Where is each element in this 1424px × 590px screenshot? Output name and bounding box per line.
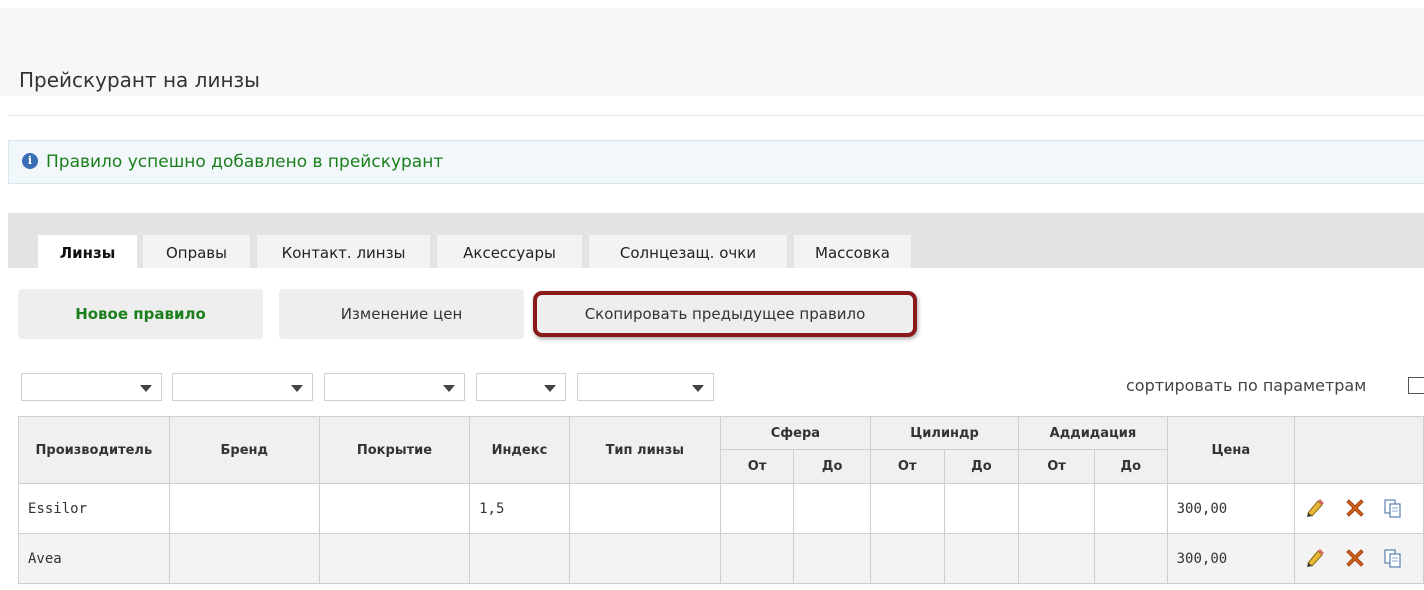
cell-index [469,533,570,584]
col-sphere-to: До [793,449,871,484]
filter-coating-select[interactable] [324,373,465,401]
col-cylinder-from: От [869,449,945,484]
tab-sunglasses[interactable]: Солнцезащ. очки [589,235,787,268]
row-actions [1294,533,1424,584]
col-price[interactable]: Цена [1166,416,1296,484]
cell-index: 1,5 [469,483,570,534]
row-actions [1294,483,1424,534]
dropdown-arrow-icon [544,385,556,392]
pencil-icon[interactable] [1305,498,1325,518]
cell-sphere-to [793,483,871,534]
filter-brand-select[interactable] [172,373,313,401]
table-row: Avea 300,00 [18,533,1424,584]
change-prices-button[interactable]: Изменение цен [279,289,524,339]
pencil-icon[interactable] [1305,548,1325,568]
col-index[interactable]: Индекс [469,416,570,484]
copy-icon[interactable] [1383,548,1403,568]
tab-bulk[interactable]: Массовка [794,235,911,268]
tab-accessories[interactable]: Аксессуары [437,235,582,268]
col-brand[interactable]: Бренд [168,416,320,484]
cell-addition-to [1093,483,1168,534]
cell-sphere-to [793,533,871,584]
filter-lens-type-select[interactable] [577,373,714,401]
tab-contact-lenses[interactable]: Контакт. линзы [257,235,430,268]
filter-manufacturer-select[interactable] [21,373,162,401]
delete-icon[interactable] [1345,498,1365,518]
cell-coating [318,533,471,584]
dropdown-arrow-icon [140,385,152,392]
col-coating[interactable]: Покрытие [318,416,471,484]
cell-addition-to [1093,533,1168,584]
cell-cylinder-to [943,533,1020,584]
tab-lenses[interactable]: Линзы [38,235,137,268]
cell-brand [168,483,320,534]
cell-sphere-from [719,533,795,584]
copy-previous-rule-button[interactable]: Скопировать предыдущее правило [533,291,917,337]
dropdown-arrow-icon [291,385,303,392]
price-list-table: Производитель Бренд Покрытие Индекс Тип … [18,416,1424,584]
cell-lens-type [568,533,721,584]
sort-by-params-label: сортировать по параметрам [1126,376,1367,395]
table-row: Essilor 1,5 300,00 [18,483,1424,534]
cell-lens-type [568,483,721,534]
cell-cylinder-to [943,483,1020,534]
col-addition-to: До [1093,449,1168,484]
dropdown-arrow-icon [692,385,704,392]
col-actions [1294,416,1424,484]
cell-sphere-from [719,483,795,534]
cell-addition-from [1018,533,1095,584]
info-icon: i [22,153,38,169]
col-addition-from: От [1018,449,1095,484]
cell-cylinder-from [869,483,945,534]
new-rule-button[interactable]: Новое правило [18,289,263,339]
cell-manufacturer: Essilor [18,483,170,534]
page-title: Прейскурант на линзы [19,68,260,92]
tab-frames[interactable]: Оправы [143,235,250,268]
sort-by-params-checkbox[interactable] [1408,377,1424,394]
cell-manufacturer: Avea [18,533,170,584]
divider [8,115,1424,116]
delete-icon[interactable] [1345,548,1365,568]
cell-price: 300,00 [1166,533,1296,584]
col-sphere-from: От [719,449,795,484]
cell-brand [168,533,320,584]
copy-icon[interactable] [1383,498,1403,518]
filter-index-select[interactable] [476,373,566,401]
col-cylinder: Цилиндр [869,416,1020,450]
cell-coating [318,483,471,534]
notice-text: Правило успешно добавлено в прейскурант [46,152,444,172]
col-manufacturer[interactable]: Производитель [18,416,170,484]
col-addition: Аддидация [1018,416,1168,450]
cell-price: 300,00 [1166,483,1296,534]
success-notice: i Правило успешно добавлено в прейскуран… [8,140,1424,184]
cell-cylinder-from [869,533,945,584]
col-sphere: Сфера [719,416,871,450]
dropdown-arrow-icon [443,385,455,392]
cell-addition-from [1018,483,1095,534]
col-cylinder-to: До [943,449,1020,484]
col-lens-type[interactable]: Тип линзы [568,416,721,484]
